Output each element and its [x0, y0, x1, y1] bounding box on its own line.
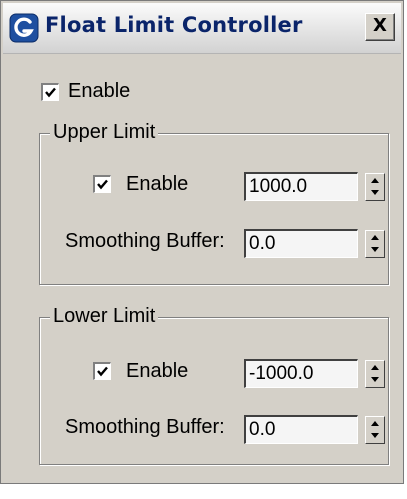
upper-smoothing-buffer-field[interactable]: 0.0	[244, 229, 358, 258]
lower-limit-title: Lower Limit	[50, 305, 159, 328]
upper-limit-enable-checkbox[interactable]	[93, 175, 111, 193]
lower-limit-value-field[interactable]: -1000.0	[244, 359, 358, 388]
lower-limit-enable-checkbox[interactable]	[93, 362, 111, 380]
upper-limit-enable-label: Enable	[126, 173, 189, 195]
spinner-down-arrow-icon[interactable]	[366, 244, 384, 257]
checkmark-icon	[45, 87, 56, 98]
enable-label: Enable	[68, 80, 131, 102]
title-bar[interactable]: Float Limit Controller X	[3, 3, 401, 54]
lower-limit-enable-label: Enable	[126, 360, 189, 382]
spinner-up-arrow-icon[interactable]	[366, 174, 384, 187]
spinner-down-arrow-icon[interactable]	[366, 374, 384, 387]
checkmark-icon	[97, 179, 108, 190]
lower-smoothing-buffer-label: Smoothing Buffer:	[65, 416, 225, 438]
spinner-down-arrow-icon[interactable]	[366, 430, 384, 443]
close-button[interactable]: X	[365, 13, 395, 41]
spinner-up-arrow-icon[interactable]	[366, 361, 384, 374]
upper-limit-value-spinner[interactable]	[365, 173, 385, 201]
lower-smoothing-buffer-field[interactable]: 0.0	[244, 415, 358, 444]
spinner-down-arrow-icon[interactable]	[366, 187, 384, 200]
window-title: Float Limit Controller	[45, 13, 303, 37]
float-limit-controller-dialog: Float Limit Controller X Enable Upper Li…	[0, 0, 404, 484]
spinner-up-arrow-icon[interactable]	[366, 417, 384, 430]
close-icon: X	[373, 15, 387, 36]
3dsmax-logo-icon	[9, 13, 39, 43]
lower-smoothing-buffer-spinner[interactable]	[365, 416, 385, 444]
upper-limit-value-field[interactable]: 1000.0	[244, 172, 358, 201]
upper-limit-group: Upper Limit	[39, 121, 389, 285]
upper-limit-title: Upper Limit	[50, 121, 159, 144]
upper-smoothing-buffer-label: Smoothing Buffer:	[65, 230, 225, 252]
enable-checkbox[interactable]	[41, 83, 59, 101]
upper-smoothing-buffer-spinner[interactable]	[365, 230, 385, 258]
lower-limit-value-spinner[interactable]	[365, 360, 385, 388]
checkmark-icon	[97, 366, 108, 377]
spinner-up-arrow-icon[interactable]	[366, 231, 384, 244]
